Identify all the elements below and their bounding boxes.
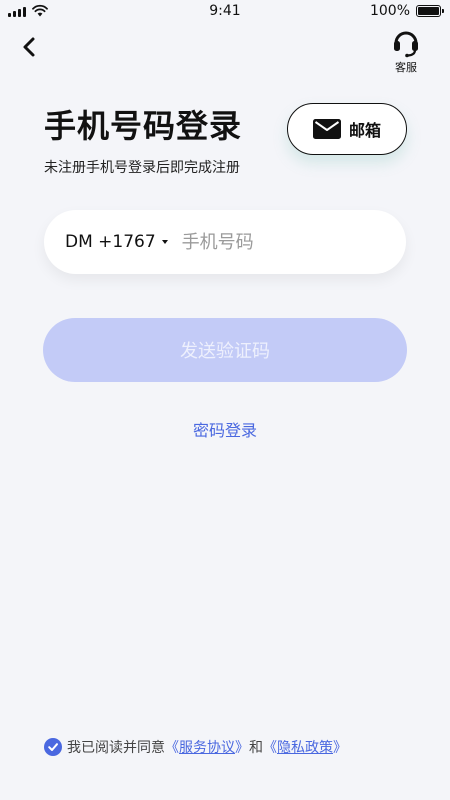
- email-login-label: 邮箱: [348, 121, 381, 140]
- password-login-link[interactable]: 密码登录: [0, 417, 450, 441]
- chevron-left-icon: [23, 37, 35, 57]
- agreement-row: 我已阅读并同意 《服务协议》 和 《隐私政策》: [44, 737, 347, 757]
- country-code-select[interactable]: DM +1767: [65, 232, 168, 252]
- battery-percent: 100%: [369, 3, 410, 19]
- agreement-prefix: 我已阅读并同意: [67, 740, 165, 756]
- page-subtitle: 未注册手机号登录后即完成注册: [44, 160, 240, 176]
- email-login-button[interactable]: 邮箱: [287, 103, 407, 155]
- agreement-and: 和: [249, 740, 263, 756]
- status-bar: 9:41 100%: [0, 0, 450, 22]
- caret-down-icon: [161, 240, 168, 244]
- back-button[interactable]: [14, 32, 44, 62]
- customer-service-button[interactable]: 客服: [386, 28, 426, 75]
- page-title: 手机号码登录: [44, 107, 243, 145]
- customer-service-label: 客服: [395, 61, 417, 74]
- envelope-icon: [312, 119, 341, 139]
- terms-of-service-link[interactable]: 《服务协议》: [165, 737, 249, 757]
- phone-field: DM +1767: [44, 210, 406, 274]
- send-code-button[interactable]: 发送验证码: [43, 318, 407, 382]
- privacy-policy-link[interactable]: 《隐私政策》: [263, 737, 347, 757]
- country-code-value: DM +1767: [65, 232, 156, 252]
- login-screen: 9:41 100% 客服 手机号码登录 未注册手机号登录后即完成注册 邮箱 DM…: [0, 0, 450, 800]
- phone-number-input[interactable]: [181, 231, 382, 253]
- headset-icon: [394, 31, 418, 58]
- checkbox-checked-icon[interactable]: [44, 738, 62, 756]
- battery-icon: [416, 5, 444, 17]
